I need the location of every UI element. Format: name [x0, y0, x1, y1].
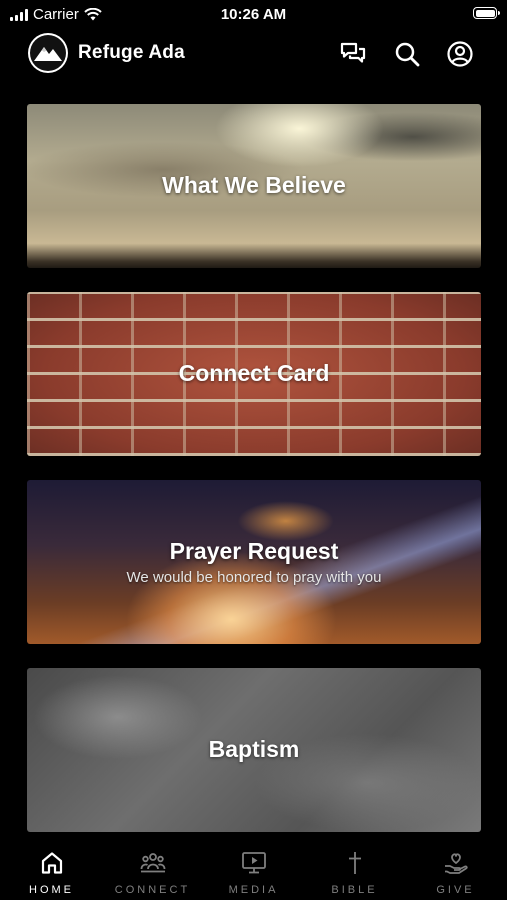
card-title: What We Believe: [162, 172, 346, 198]
card-connect-card[interactable]: Connect Card: [27, 292, 481, 456]
status-bar: Carrier 10:26 AM: [0, 0, 507, 28]
profile-icon[interactable]: [446, 40, 474, 68]
card-prayer-request[interactable]: Prayer Request We would be honored to pr…: [27, 480, 481, 644]
chat-icon[interactable]: [339, 40, 367, 68]
tab-bible[interactable]: BIBLE: [304, 838, 405, 900]
tab-label: BIBLE: [331, 884, 378, 896]
give-hand-icon: [444, 853, 468, 874]
tab-bar: HOME CONNECT MEDIA BIBLE GIVE: [0, 838, 507, 900]
status-time: 10:26 AM: [220, 6, 287, 23]
app-header: Refuge Ada: [0, 30, 507, 78]
app-title: Refuge Ada: [78, 42, 185, 63]
battery-icon: [473, 7, 500, 19]
search-icon[interactable]: [393, 40, 421, 68]
tab-label: HOME: [29, 884, 74, 896]
tab-label: GIVE: [436, 884, 475, 896]
tab-label: CONNECT: [114, 884, 191, 896]
card-title: Prayer Request: [169, 538, 339, 564]
card-what-we-believe[interactable]: What We Believe: [27, 104, 481, 268]
church-logo[interactable]: [28, 33, 68, 73]
card-subtitle: We would be honored to pray with you: [126, 569, 382, 586]
tab-give[interactable]: GIVE: [405, 838, 506, 900]
mountain-logo-icon: [30, 35, 66, 71]
home-icon: [41, 852, 62, 874]
card-title: Baptism: [208, 736, 300, 762]
tab-home[interactable]: HOME: [1, 838, 102, 900]
tab-media[interactable]: MEDIA: [203, 838, 304, 900]
card-baptism[interactable]: Baptism: [27, 668, 481, 832]
cross-icon: [348, 852, 361, 874]
tab-label: MEDIA: [228, 884, 279, 896]
card-title: Connect Card: [178, 360, 330, 386]
tab-connect[interactable]: CONNECT: [102, 838, 203, 900]
group-icon: [140, 853, 165, 873]
media-icon: [241, 852, 266, 874]
